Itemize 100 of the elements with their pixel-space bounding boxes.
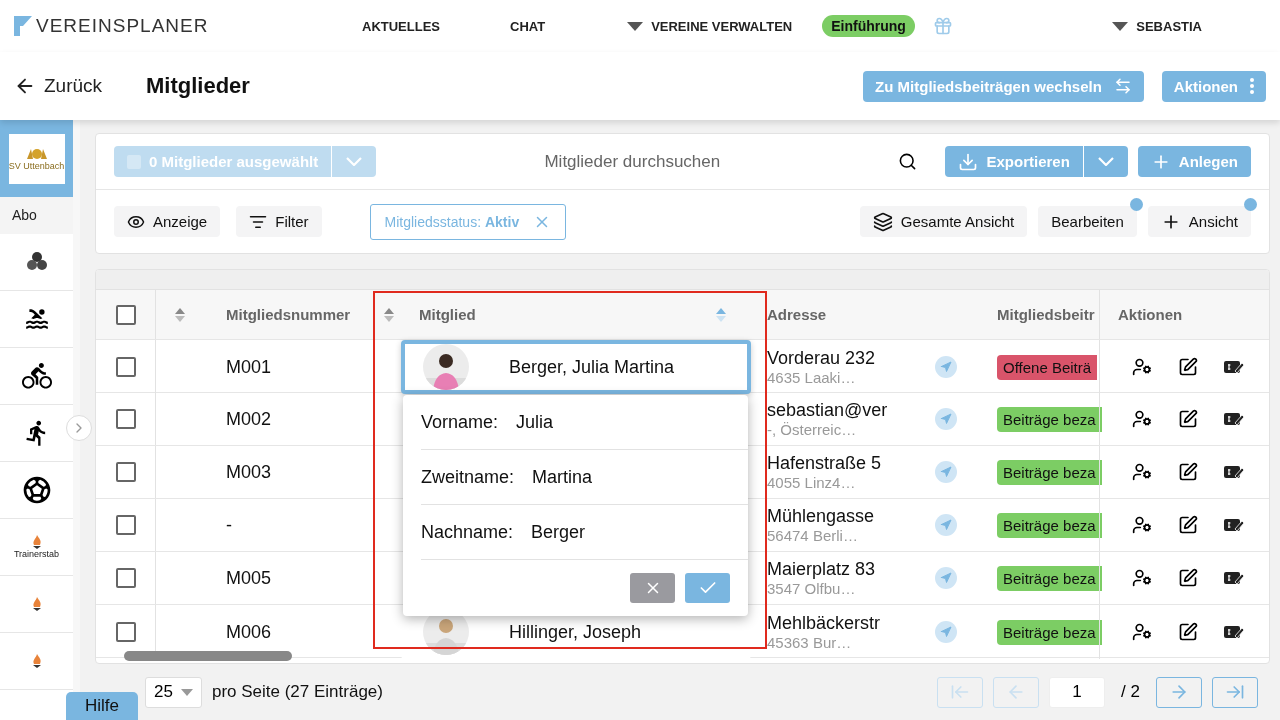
column-header[interactable]: Mitgliedsnummer [226, 306, 351, 323]
user-settings-icon[interactable] [1132, 515, 1152, 535]
nav-link[interactable]: VEREINE VERWALTEN [627, 18, 793, 34]
field-value: Julia [516, 411, 554, 433]
checkbox[interactable] [115, 515, 136, 535]
bill-edit-icon[interactable] [1224, 571, 1244, 585]
address-city: -, Österreic… [767, 421, 858, 438]
status-badge: Beiträge beza [997, 619, 1102, 645]
edit-icon[interactable] [1178, 357, 1198, 377]
team-label: Trainerstab [13, 549, 60, 559]
chevron-down-icon [346, 157, 363, 166]
page-total: / 2 [1121, 682, 1140, 702]
caret-icon [627, 21, 644, 31]
field-label: Vorname: [421, 411, 499, 433]
user-settings-icon[interactable] [1132, 568, 1152, 588]
user-settings-icon[interactable] [1132, 409, 1152, 429]
edit-icon[interactable] [1178, 622, 1198, 642]
table-cell: - [226, 514, 232, 536]
status-badge: Beiträge beza [997, 512, 1102, 538]
sidebar-item[interactable]: Abo [0, 197, 73, 234]
checkbox[interactable] [115, 409, 136, 429]
address-line: Hafenstraße 5 [767, 453, 883, 474]
filter-button[interactable]: Filter [236, 206, 322, 237]
caret-icon [1112, 21, 1129, 31]
entries-summary: pro Seite (27 Einträge) [211, 682, 384, 702]
address-line: Maierplatz 83 [767, 559, 877, 580]
checkbox[interactable] [115, 622, 136, 642]
search-icon[interactable] [898, 152, 918, 171]
status-badge: Beiträge beza [997, 459, 1102, 485]
field-value: Martina [532, 466, 593, 488]
bill-edit-icon[interactable] [1224, 412, 1244, 426]
help-button[interactable]: Hilfe [66, 692, 138, 720]
address-line: Vorderau 232 [767, 348, 877, 369]
address-line: sebastian@ver [767, 400, 889, 421]
scrollbar[interactable] [124, 651, 292, 661]
address-city: 45363 Bur… [767, 634, 853, 651]
more-icon [1250, 78, 1254, 94]
caret-icon [180, 688, 193, 696]
layers-icon [872, 211, 893, 232]
nav-link[interactable]: CHAT [510, 18, 546, 34]
swap-icon [1113, 77, 1132, 95]
table-cell: M006 [226, 621, 272, 643]
brand-name: VEREINSPLANER [36, 15, 209, 37]
crest-icon [25, 146, 48, 161]
display-button[interactable]: Anzeige [114, 206, 221, 237]
intro-badge[interactable]: Einführung [822, 15, 915, 37]
user-settings-icon[interactable] [1132, 462, 1152, 482]
view-button[interactable]: Bearbeiten [1038, 206, 1137, 237]
nav-link[interactable]: AKTUELLES [362, 18, 440, 34]
field-value: Berger [531, 521, 586, 543]
table-cell: M005 [226, 567, 272, 589]
view-button[interactable]: Gesamte Ansicht [859, 206, 1028, 237]
logo-icon [14, 16, 32, 36]
column-header[interactable]: Mitgliedsbeitr [997, 306, 1095, 323]
edit-icon[interactable] [1178, 409, 1198, 429]
download-icon [958, 151, 979, 172]
club-tile[interactable]: SV Uttenbach [0, 120, 73, 197]
filter-chip-label: Mitgliedsstatus: Aktiv [384, 213, 520, 230]
bill-edit-icon[interactable] [1224, 625, 1244, 639]
user-settings-icon[interactable] [1132, 357, 1152, 377]
field-label: Nachname: [421, 521, 514, 543]
address-line: Mühlengasse [767, 506, 876, 527]
checkbox[interactable] [115, 462, 136, 482]
checkbox[interactable] [115, 304, 136, 325]
first-page-icon [950, 682, 971, 702]
bill-edit-icon[interactable] [1224, 518, 1244, 532]
status-badge: Offene Beiträ [997, 354, 1098, 380]
page-title: Mitglieder [146, 73, 251, 99]
bill-edit-icon[interactable] [1224, 465, 1244, 479]
name-field[interactable]: Berger, Julia Martina [401, 340, 751, 394]
sort-icon[interactable] [383, 306, 395, 323]
column-header[interactable]: Aktionen [1118, 306, 1183, 323]
table-cell: M001 [226, 356, 272, 378]
user-settings-icon[interactable] [1132, 622, 1152, 642]
page-input[interactable]: 1 [1049, 676, 1106, 708]
view-button[interactable]: Ansicht [1147, 206, 1251, 237]
back-link[interactable]: Zurück [14, 75, 146, 97]
edit-icon[interactable] [1178, 568, 1198, 588]
checkbox[interactable] [115, 568, 136, 588]
edit-icon[interactable] [1178, 515, 1198, 535]
status-badge: Beiträge beza [997, 406, 1102, 432]
sort-icon[interactable] [174, 306, 186, 323]
chevron-down-icon [1097, 157, 1114, 166]
address-line: Mehlbäckerstr [767, 613, 882, 634]
swimmer-icon [23, 306, 50, 332]
address-city: 4055 Linz4… [767, 474, 857, 491]
club-name: SV Uttenbach [8, 160, 65, 171]
table-cell: M002 [226, 408, 272, 430]
column-header[interactable]: Adresse [767, 306, 827, 323]
edit-icon[interactable] [1178, 462, 1198, 482]
checkbox[interactable] [115, 357, 136, 377]
last-page-icon [1225, 682, 1245, 702]
address-city: 4635 Laaki… [767, 369, 857, 386]
column-header[interactable]: Mitglied [419, 306, 476, 323]
page-size-select[interactable]: 25 [145, 676, 202, 708]
status-badge: Beiträge beza [997, 565, 1102, 591]
user-menu[interactable]: SEBASTIA [1112, 18, 1202, 34]
field-label: Zweitname: [421, 466, 515, 488]
bill-edit-icon[interactable] [1224, 360, 1244, 374]
table-cell: M003 [226, 461, 272, 483]
